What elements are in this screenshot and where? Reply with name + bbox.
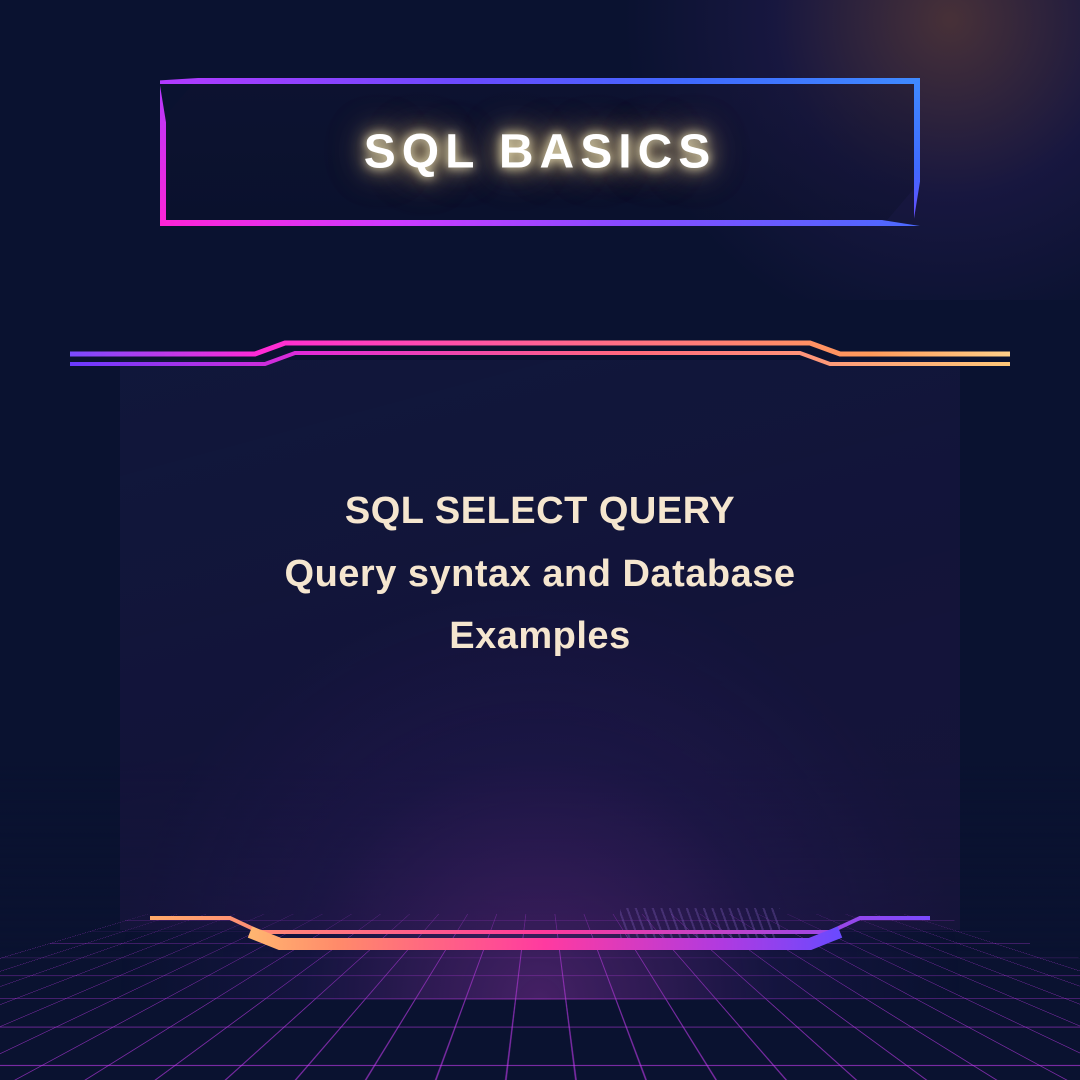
content-text: SQL SELECT QUERY Query syntax and Databa… [70, 480, 1010, 668]
frame-border-top [70, 340, 1010, 370]
content-line-1: SQL SELECT QUERY [70, 480, 1010, 543]
content-line-3: Examples [70, 605, 1010, 668]
frame-border-bottom [150, 910, 930, 950]
content-line-2: Query syntax and Database [70, 543, 1010, 606]
title-banner: SQL BASICS [160, 78, 920, 226]
page-title: SQL BASICS [364, 125, 717, 180]
content-frame: SQL SELECT QUERY Query syntax and Databa… [70, 330, 1010, 960]
